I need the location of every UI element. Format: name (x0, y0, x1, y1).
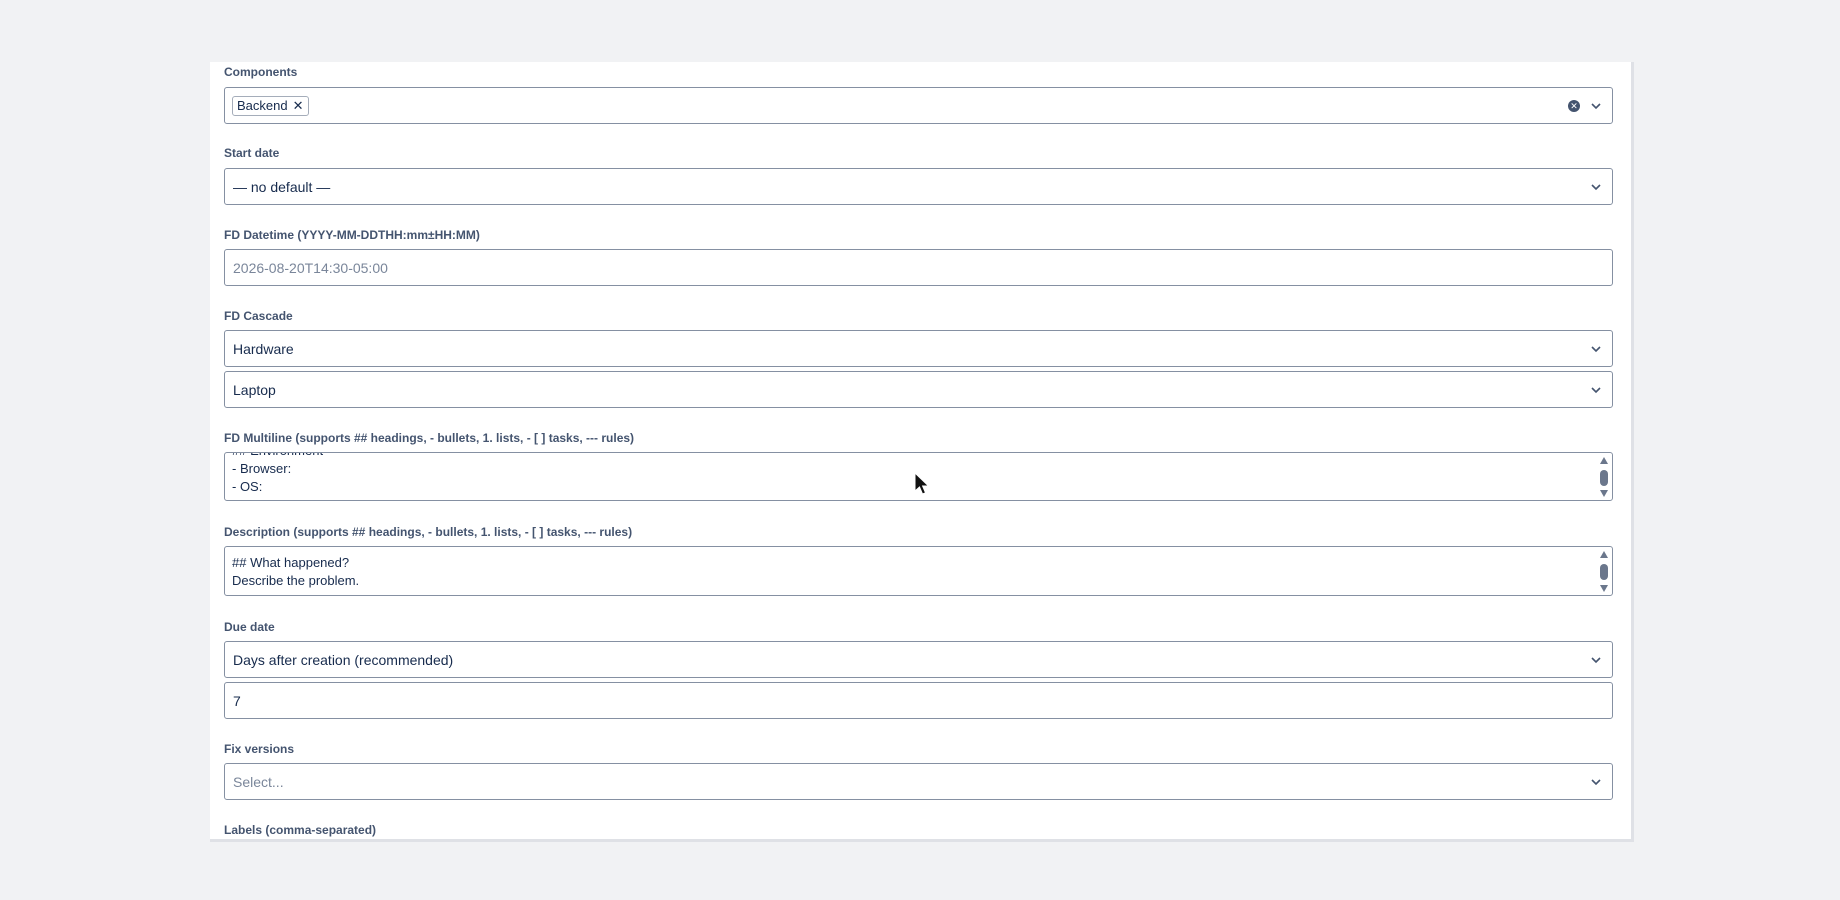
scroll-down-icon[interactable] (1600, 585, 1608, 592)
fd-multiline-label: FD Multiline (supports ## headings, - bu… (224, 431, 635, 445)
start-date-select[interactable]: — no default — (224, 168, 1613, 205)
start-date-label: Start date (224, 146, 280, 160)
scroll-thumb[interactable] (1600, 564, 1608, 580)
fix-versions-select[interactable]: Select... (224, 763, 1613, 800)
form-panel: Components Backend ✕ ✕ Start date — no d… (210, 62, 1634, 842)
labels-label: Labels (comma-separated) (224, 823, 377, 837)
fd-cascade-label: FD Cascade (224, 309, 293, 323)
chevron-down-icon[interactable] (1590, 654, 1602, 666)
chevron-down-icon[interactable] (1590, 343, 1602, 355)
chevron-down-icon[interactable] (1590, 100, 1602, 112)
fd-multiline-line: - Browser: (232, 461, 292, 476)
scroll-up-icon[interactable] (1600, 551, 1608, 558)
due-date-mode-select[interactable]: Days after creation (recommended) (224, 641, 1613, 678)
fd-multiline-line: - OS: (232, 479, 263, 494)
due-date-days-value: 7 (233, 692, 241, 709)
component-chip-label: Backend (237, 98, 288, 113)
fd-multiline-line: ## Environment (232, 453, 323, 460)
due-date-mode-value: Days after creation (recommended) (233, 651, 454, 668)
close-icon[interactable]: ✕ (293, 98, 304, 114)
components-select[interactable]: Backend ✕ ✕ (224, 87, 1613, 124)
description-scrollbar[interactable] (1598, 549, 1610, 593)
fd-cascade-parent-value: Hardware (233, 340, 294, 357)
fd-cascade-child-select[interactable]: Laptop (224, 371, 1613, 408)
due-date-label: Due date (224, 620, 275, 634)
description-label: Description (supports ## headings, - bul… (224, 525, 633, 539)
fix-versions-label: Fix versions (224, 742, 295, 756)
clear-icon[interactable]: ✕ (1568, 99, 1580, 112)
description-line: ## What happened? (232, 555, 350, 570)
components-label: Components (224, 65, 298, 79)
mouse-cursor-icon (914, 472, 930, 495)
fix-versions-placeholder: Select... (233, 773, 284, 790)
fd-cascade-child-value: Laptop (233, 381, 276, 398)
fd-multiline-content: ## Environment - Browser: - OS: (232, 453, 323, 496)
chevron-down-icon[interactable] (1590, 776, 1602, 788)
chevron-down-icon[interactable] (1590, 181, 1602, 193)
due-date-days-input[interactable]: 7 (224, 682, 1613, 719)
fd-datetime-placeholder: 2026-08-20T14:30-05:00 (233, 259, 388, 276)
fd-cascade-parent-select[interactable]: Hardware (224, 330, 1613, 367)
scroll-down-icon[interactable] (1600, 490, 1608, 497)
start-date-value: — no default — (233, 178, 331, 195)
description-textarea[interactable]: ## What happened? Describe the problem. (224, 546, 1613, 596)
description-line: Describe the problem. (232, 573, 360, 588)
scroll-up-icon[interactable] (1600, 457, 1608, 464)
fd-multiline-scrollbar[interactable] (1598, 455, 1610, 498)
description-content: ## What happened? Describe the problem. (232, 554, 359, 590)
component-chip: Backend ✕ (232, 95, 309, 116)
fd-datetime-input[interactable]: 2026-08-20T14:30-05:00 (224, 249, 1613, 286)
chevron-down-icon[interactable] (1590, 384, 1602, 396)
scroll-thumb[interactable] (1600, 470, 1608, 486)
fd-datetime-label: FD Datetime (YYYY-MM-DDTHH:mm±HH:MM) (224, 228, 480, 242)
